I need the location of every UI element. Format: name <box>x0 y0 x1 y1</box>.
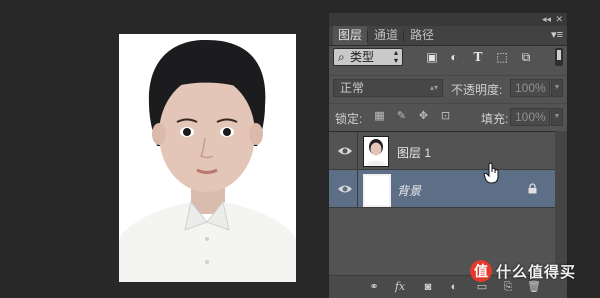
eye-icon[interactable] <box>337 183 353 195</box>
chevron-updown-icon: ▴▾ <box>393 48 398 65</box>
watermark-text: 什么值得买 <box>496 263 577 281</box>
blend-mode-value: 正常 <box>340 81 365 95</box>
layers-scrollbar[interactable] <box>555 131 567 271</box>
layer-thumbnail[interactable] <box>363 136 389 167</box>
blend-row: 正常 ▴▾ 不透明度: 100% ▼ <box>329 75 567 98</box>
fill-dropdown[interactable]: ▼ <box>551 108 563 126</box>
mask-icon[interactable]: ◙ <box>421 280 435 294</box>
opacity-field[interactable]: 100% <box>510 79 550 97</box>
eye-column-divider <box>357 132 358 170</box>
layer-row-selected[interactable]: 背景 <box>329 170 555 208</box>
photo-document[interactable] <box>119 34 296 282</box>
lock-pixels-brush-icon[interactable]: ✎ <box>395 110 408 123</box>
watermark: 值 什么值得买 <box>470 258 576 284</box>
lock-position-move-icon[interactable]: ✥ <box>417 110 430 123</box>
lock-row: 锁定: ▦ ✎ ✥ ⊡ 填充: 100% ▼ <box>329 103 567 128</box>
tab-paths[interactable]: 路径 <box>405 26 439 45</box>
tab-layers[interactable]: 图层 <box>333 26 368 45</box>
type-filter-icon[interactable]: T <box>471 50 485 64</box>
filter-kind-select[interactable]: ⌕ 类型 ▴ ▾ <box>333 48 403 66</box>
layers-panel: ◂◂ ✕ 图层 通道 路径 ▾≡ ⌕ 类型 ▴ ▾ ▣ ◐ T ⬚ ⧉ 正常 ▴▾… <box>328 12 568 298</box>
panel-title-bar[interactable]: ◂◂ ✕ <box>329 13 567 26</box>
opacity-label: 不透明度: <box>451 83 503 97</box>
close-icon[interactable]: ✕ <box>555 13 563 26</box>
pixel-filter-icon[interactable]: ▣ <box>425 50 439 64</box>
chevron-updown-icon: ▴▾ <box>429 83 438 92</box>
canvas-area[interactable] <box>0 0 328 296</box>
layers-list: 图层 1 背景 <box>329 131 555 272</box>
panel-tabbar: 图层 通道 路径 ▾≡ <box>329 26 567 46</box>
portrait-thumbnail <box>364 137 388 166</box>
search-icon: ⌕ <box>338 50 345 64</box>
eye-icon[interactable] <box>337 145 353 157</box>
collapse-icon[interactable]: ◂◂ <box>542 13 551 26</box>
blend-mode-select[interactable]: 正常 ▴▾ <box>333 79 443 97</box>
layer-name[interactable]: 背景 <box>397 182 421 199</box>
fx-icon[interactable]: fx <box>393 280 407 294</box>
portrait-image <box>119 34 296 282</box>
adjustment-icon[interactable]: ◐ <box>447 280 461 294</box>
lock-transparent-icon[interactable]: ▦ <box>373 110 386 123</box>
lock-label: 锁定: <box>335 112 363 126</box>
layer-name[interactable]: 图层 1 <box>397 144 431 161</box>
smart-object-filter-icon[interactable]: ⧉ <box>519 50 533 64</box>
link-icon[interactable]: ⚭ <box>367 280 381 294</box>
fill-label: 填充: <box>481 112 509 126</box>
tab-separator <box>367 30 368 42</box>
eye-column-divider <box>357 170 358 208</box>
shape-filter-icon[interactable]: ⬚ <box>495 50 509 64</box>
lock-all-icon[interactable]: ⊡ <box>439 110 452 123</box>
panel-menu-icon[interactable]: ▾≡ <box>551 29 563 41</box>
tab-channels[interactable]: 通道 <box>369 26 403 45</box>
opacity-dropdown[interactable]: ▼ <box>551 79 563 97</box>
filter-kind-label: 类型 <box>350 50 375 64</box>
layer-row[interactable]: 图层 1 <box>329 132 555 170</box>
fill-field[interactable]: 100% <box>510 108 550 126</box>
layer-thumbnail[interactable] <box>363 174 391 207</box>
tab-separator <box>403 30 404 42</box>
filter-row: ⌕ 类型 ▴ ▾ ▣ ◐ T ⬚ ⧉ <box>329 47 567 69</box>
adjustment-filter-icon[interactable]: ◐ <box>447 50 461 64</box>
filter-toggle[interactable] <box>555 48 563 66</box>
hand-cursor-icon <box>483 162 499 184</box>
watermark-logo: 值 <box>470 260 492 282</box>
lock-icon[interactable] <box>527 183 538 194</box>
